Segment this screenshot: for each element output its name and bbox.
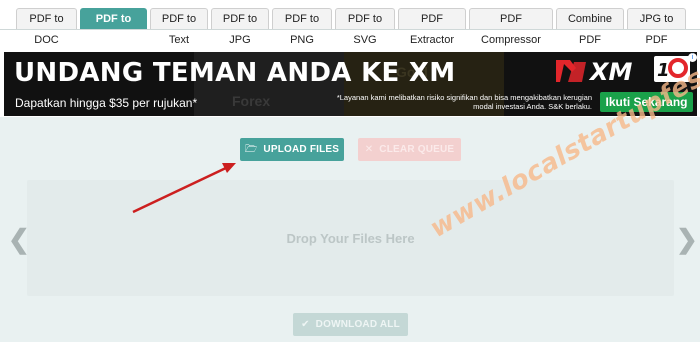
folder-open-icon: 🗁 xyxy=(244,144,258,155)
clear-queue-label: CLEAR QUEUE xyxy=(379,144,455,155)
drop-zone-text: Drop Your Files Here xyxy=(286,231,415,246)
tab-pdf-to-svg[interactable]: PDF to SVG xyxy=(335,8,395,46)
download-all-button[interactable]: ✔ DOWNLOAD ALL xyxy=(293,313,408,336)
ad-headline: UNDANG TEMAN ANDA KE XM xyxy=(14,58,456,88)
tab-pdf-compressor[interactable]: PDF Compressor xyxy=(469,8,553,46)
tab-pdf-to-jpg[interactable]: PDF to JPG xyxy=(211,8,269,46)
tab-pdf-extractor[interactable]: PDF Extractor xyxy=(398,8,466,46)
ad-disclaimer: *Layanan kami melibatkan risiko signifik… xyxy=(336,93,592,111)
tab-pdf-to-doc[interactable]: PDF to DOC xyxy=(16,8,77,46)
clear-queue-button[interactable]: ✕ CLEAR QUEUE xyxy=(358,138,461,161)
xm-brand-text: XM xyxy=(588,58,633,84)
chevron-left-icon[interactable]: ❮ xyxy=(8,224,30,255)
tab-combine-pdf[interactable]: Combine PDF xyxy=(556,8,624,46)
tab-pdf-to-docx[interactable]: PDF to DOCX xyxy=(80,8,147,46)
xm-logo: XM xyxy=(556,58,633,84)
ad-subline: Dapatkan hingga $35 per rujukan* xyxy=(15,96,198,110)
tab-pdf-to-text[interactable]: PDF to Text xyxy=(150,8,208,46)
checkmark-icon: ✔ xyxy=(301,319,310,330)
upload-files-button[interactable]: 🗁 UPLOAD FILES xyxy=(240,138,344,161)
close-icon: ✕ xyxy=(364,144,374,155)
ad-ghost-text-forex: Forex xyxy=(232,93,271,109)
download-all-label: DOWNLOAD ALL xyxy=(315,319,400,330)
converter-tab-bar: PDF to DOC PDF to DOCX PDF to Text PDF t… xyxy=(0,0,700,46)
tab-pdf-to-png[interactable]: PDF to PNG xyxy=(272,8,332,46)
chevron-right-icon[interactable]: ❯ xyxy=(676,224,698,255)
tab-jpg-to-pdf[interactable]: JPG to PDF xyxy=(627,8,686,46)
tabbar-divider xyxy=(0,29,700,30)
xm-ad-banner[interactable]: Gold Forex UNDANG TEMAN ANDA KE XM Dapat… xyxy=(4,52,697,116)
upload-files-label: UPLOAD FILES xyxy=(263,144,340,155)
